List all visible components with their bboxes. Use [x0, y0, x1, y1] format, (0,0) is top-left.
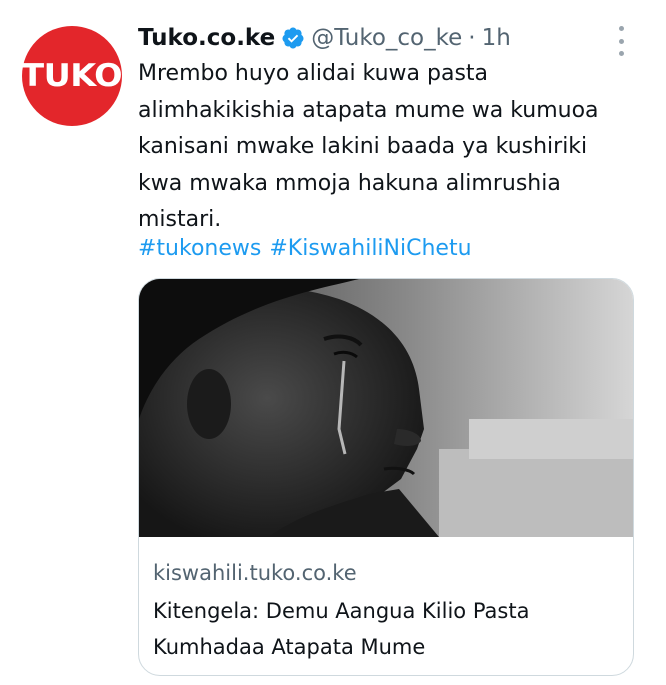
hashtags: #tukonews #KiswahiliNiChetu: [138, 236, 480, 261]
more-options-icon[interactable]: [616, 26, 626, 56]
tuko-logo: TUKO: [21, 58, 123, 94]
link-card[interactable]: kiswahili.tuko.co.ke Kitengela: Demu Aan…: [138, 278, 634, 676]
hashtag-link[interactable]: #tukonews: [138, 236, 261, 261]
card-title: Kitengela: Demu Aangua Kilio Pasta Kumha…: [153, 599, 530, 659]
card-image: [139, 279, 633, 537]
account-name[interactable]: Tuko.co.ke: [138, 25, 275, 51]
separator: ·: [468, 25, 476, 51]
hashtag-link[interactable]: #KiswahiliNiChetu: [269, 236, 471, 261]
account-handle[interactable]: @Tuko_co_ke: [311, 25, 462, 51]
timestamp[interactable]: 1h: [482, 25, 511, 51]
avatar[interactable]: TUKO: [21, 26, 123, 126]
tweet-text: Mrembo huyo alidai kuwa pasta alimhakiki…: [138, 61, 599, 232]
card-domain: kiswahili.tuko.co.ke: [153, 561, 357, 585]
tweet-header: Tuko.co.ke @Tuko_co_ke · 1h: [138, 20, 626, 56]
verified-badge-icon: [282, 27, 304, 49]
